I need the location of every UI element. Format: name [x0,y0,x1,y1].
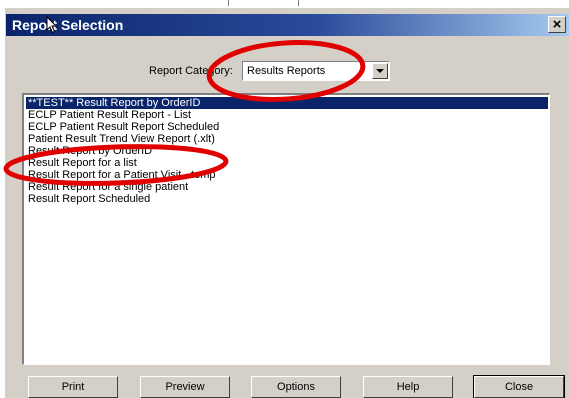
report-list[interactable]: **TEST** Result Report by OrderID ECLP P… [22,93,550,365]
close-window-button[interactable]: × [548,16,566,33]
chevron-down-icon[interactable] [372,63,388,79]
report-category-value: Results Reports [247,65,326,77]
report-category-label: Report Category: [149,65,233,77]
preview-button[interactable]: Preview [140,376,230,398]
screenshot: Report Selection × Report Category: Resu… [0,0,569,398]
help-button[interactable]: Help [363,376,453,398]
dialog-title: Report Selection [12,17,124,33]
options-button[interactable]: Options [251,376,341,398]
list-item[interactable]: **TEST** Result Report by OrderID [26,97,548,109]
parent-divider [228,0,299,6]
list-item[interactable]: Result Report for a single patient [26,181,548,193]
mouse-cursor-icon [46,16,58,34]
list-item[interactable]: ECLP Patient Result Report - List [26,109,548,121]
list-item[interactable]: Result Report for a list [26,157,548,169]
title-bar[interactable]: Report Selection × [6,14,569,36]
parent-window-strip [0,0,569,8]
report-category-select[interactable]: Results Reports [242,61,390,81]
list-item[interactable]: Patient Result Trend View Report (.xlt) [26,133,548,145]
list-item[interactable]: Result Report for a Patient Visit - temp [26,169,548,181]
list-item[interactable]: Result Report Scheduled [26,193,548,205]
close-button[interactable]: Close [473,375,565,398]
list-item[interactable]: Result Report by OrderID [26,145,548,157]
parent-divider [0,0,229,6]
button-bar: Print Preview Options Help Close [22,375,565,398]
print-button[interactable]: Print [28,376,118,398]
report-selection-dialog: Report Selection × Report Category: Resu… [4,8,569,398]
list-item[interactable]: ECLP Patient Result Report Scheduled [26,121,548,133]
